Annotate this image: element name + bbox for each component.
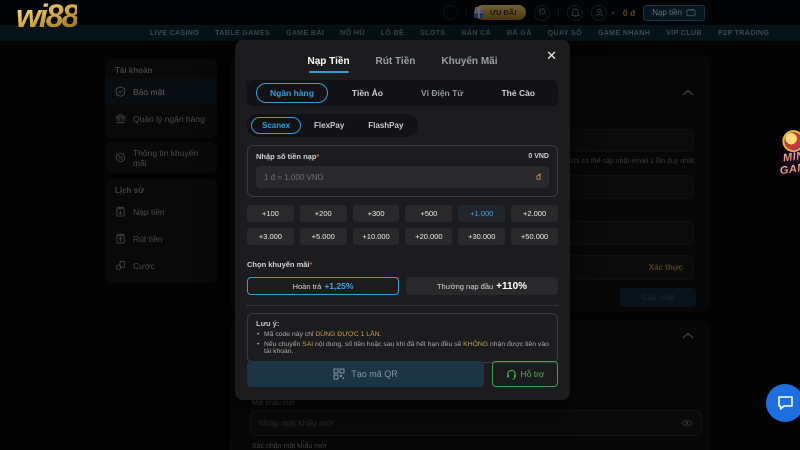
note-line-2: Nếu chuyển SAI nội dung, số tiền hoặc sa…	[256, 341, 549, 355]
create-qr-label: Tạo mã QR	[351, 369, 398, 379]
brand-logo[interactable]: wi88	[16, 0, 79, 35]
support-button[interactable]: Hỗ trợ	[492, 361, 558, 387]
quick-amount-grid: +100 +200 +300 +500 +1.000 +2.000 +3.000…	[247, 205, 558, 245]
promo-value: +1,25%	[324, 281, 354, 291]
provider-scanex[interactable]: Scanex	[251, 117, 302, 134]
amount-label: Nhập số tiền nạp*	[256, 152, 320, 161]
provider-tabs: Scanex FlexPay FlashPay	[247, 114, 419, 137]
provider-flashpay[interactable]: FlashPay	[357, 117, 414, 134]
amount-balance: 0 VND	[528, 153, 549, 160]
required-mark: *	[316, 152, 320, 161]
promo-option-hoan-tra[interactable]: Hoàn trả +1,25%	[247, 277, 399, 295]
quick-amount-button[interactable]: +2.000	[511, 205, 558, 222]
quick-amount-button[interactable]: +500	[405, 205, 453, 222]
method-tab-vi-dien-tu[interactable]: Ví Điện Tử	[407, 83, 478, 103]
method-tab-the-cao[interactable]: Thẻ Cào	[487, 83, 549, 103]
quick-amount-button[interactable]: +20.000	[405, 228, 453, 245]
tab-rut-tien[interactable]: Rút Tiền	[376, 56, 416, 67]
promo-value: +110%	[496, 280, 528, 292]
currency-symbol: đ	[535, 172, 541, 182]
quick-amount-button[interactable]: +100	[247, 205, 294, 222]
chat-bubble-icon	[777, 396, 793, 410]
quick-amount-button[interactable]: +50.000	[511, 228, 558, 245]
close-icon[interactable]: ✕	[546, 49, 557, 62]
quick-amount-button[interactable]: +30.000	[458, 228, 506, 245]
payment-method-tabs: Ngân hàng Tiền Ảo Ví Điện Tử Thẻ Cào	[247, 80, 558, 106]
quick-amount-button[interactable]: +200	[299, 205, 347, 222]
provider-flexpay[interactable]: FlexPay	[303, 117, 355, 134]
live-chat-button[interactable]	[766, 384, 800, 422]
deposit-modal: ✕ Nạp Tiền Rút Tiền Khuyến Mãi Ngân hàng…	[235, 40, 570, 400]
dotted-divider	[247, 305, 558, 306]
promo-select-label: Chọn khuyến mãi*	[247, 260, 313, 269]
qr-code-icon	[333, 368, 345, 380]
promo-options: Hoàn trả +1,25% Thưởng nạp đầu +110%	[247, 277, 558, 295]
promo-name: Thưởng nạp đầu	[436, 281, 494, 291]
modal-footer: Tạo mã QR Hỗ trợ	[247, 361, 558, 387]
minigame-float-widget[interactable]: MINI GAME	[763, 126, 800, 179]
headset-icon	[506, 369, 516, 380]
amount-section: Nhập số tiền nạp* 0 VND đ	[247, 145, 558, 197]
method-tab-tien-ao[interactable]: Tiền Ảo	[338, 83, 397, 103]
promo-name: Hoàn trả	[292, 281, 322, 291]
quick-amount-button[interactable]: +10.000	[352, 228, 400, 245]
note-title: Lưu ý:	[256, 319, 280, 328]
required-mark: *	[309, 260, 313, 269]
quick-amount-button[interactable]: +3.000	[247, 228, 294, 245]
modal-tabs: Nạp Tiền Rút Tiền Khuyến Mãi	[247, 40, 558, 73]
quick-amount-button[interactable]: +5.000	[299, 228, 347, 245]
tab-khuyen-mai[interactable]: Khuyến Mãi	[441, 56, 497, 67]
method-tab-ngan-hang[interactable]: Ngân hàng	[256, 83, 328, 103]
quick-amount-button-selected[interactable]: +1.000	[458, 205, 506, 222]
support-label: Hỗ trợ	[520, 369, 545, 379]
note-box: Lưu ý: Mã code này chỉ DÙNG ĐƯỢC 1 LẦN. …	[247, 313, 558, 363]
tab-nap-tien[interactable]: Nạp Tiền	[308, 56, 350, 73]
quick-amount-button[interactable]: +300	[352, 205, 400, 222]
note-line-1: Mã code này chỉ DÙNG ĐƯỢC 1 LẦN.	[256, 331, 549, 338]
promo-option-thuong-nap-dau[interactable]: Thưởng nạp đầu +110%	[406, 277, 558, 295]
amount-input-wrap: đ	[256, 166, 549, 188]
amount-input[interactable]	[264, 172, 536, 182]
create-qr-button[interactable]: Tạo mã QR	[247, 361, 484, 387]
